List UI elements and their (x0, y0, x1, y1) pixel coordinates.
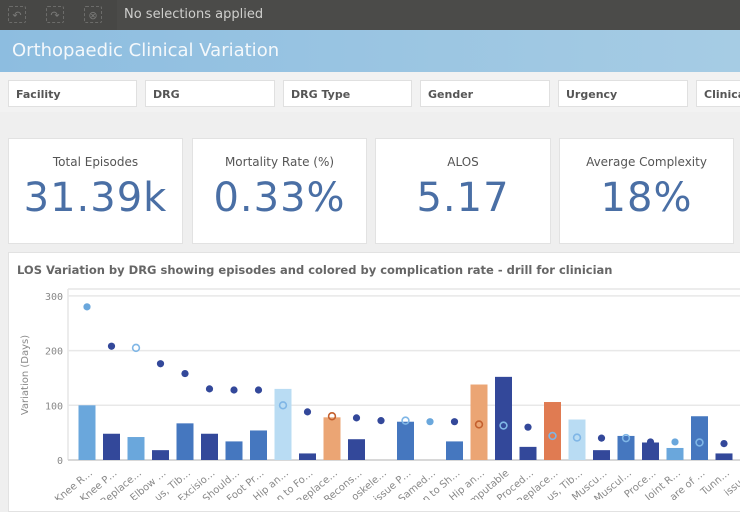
y-tick-label: 200 (45, 347, 63, 358)
bar (78, 405, 96, 460)
point-marker (156, 360, 165, 368)
bar (250, 430, 267, 460)
point-marker (377, 417, 385, 425)
y-tick-label: 100 (45, 401, 63, 412)
point-marker (107, 342, 116, 350)
bar (176, 423, 194, 460)
bar (152, 450, 169, 460)
point-marker (597, 434, 606, 442)
bar (666, 447, 684, 460)
bar (691, 416, 708, 460)
bar (544, 402, 561, 460)
point-marker (450, 418, 459, 426)
bar (274, 388, 292, 460)
point-marker (83, 303, 91, 311)
point-marker (671, 438, 679, 446)
bar (323, 417, 341, 460)
chart-plot[interactable]: 0100200300Variation (Days)Knee R…Knee P…… (0, 0, 740, 500)
y-tick-label: 0 (57, 456, 63, 467)
point-marker (426, 418, 434, 426)
point-marker (352, 414, 361, 422)
bar (519, 446, 537, 460)
point-marker (303, 408, 312, 416)
bar (397, 421, 414, 460)
point-marker (646, 438, 655, 446)
bar (225, 441, 243, 460)
bar (715, 453, 733, 460)
bar (568, 419, 586, 460)
bar (593, 450, 610, 460)
bar (617, 435, 635, 460)
y-axis-title: Variation (Days) (20, 335, 31, 415)
point-marker (720, 439, 728, 448)
bar (127, 437, 145, 460)
point-marker (230, 386, 238, 394)
point-marker (205, 385, 214, 393)
point-marker (254, 386, 263, 394)
bar (103, 433, 120, 460)
bar (495, 376, 512, 460)
bar (299, 453, 316, 460)
bar (201, 433, 218, 460)
y-tick-label: 300 (45, 292, 63, 303)
bar (446, 441, 463, 460)
point-marker (181, 369, 189, 378)
bar (470, 384, 488, 460)
bar (348, 439, 365, 460)
point-marker (524, 423, 532, 431)
